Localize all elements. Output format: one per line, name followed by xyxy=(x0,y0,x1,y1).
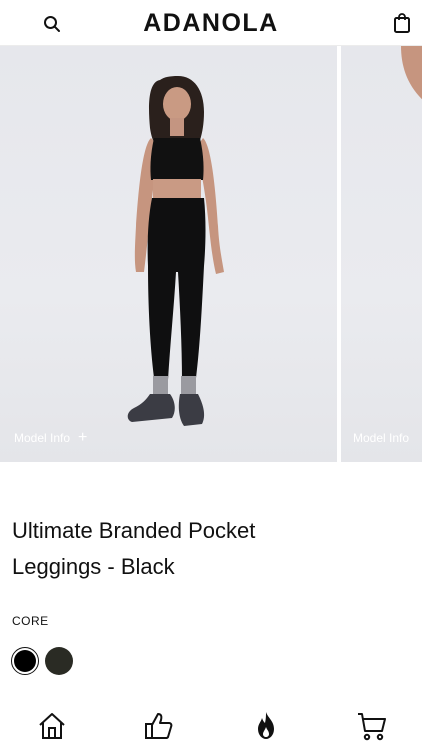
plus-icon: + xyxy=(78,429,88,446)
color-swatch-fill xyxy=(14,650,36,672)
cart-icon[interactable] xyxy=(356,710,388,742)
color-swatches xyxy=(11,647,73,675)
color-swatch-fill xyxy=(45,647,73,675)
bottom-navigation xyxy=(0,702,422,750)
product-image-carousel[interactable]: Model Info + Model Info xyxy=(0,46,422,462)
model-photo xyxy=(401,46,422,100)
top-bar: ADANOLA xyxy=(0,0,422,46)
model-info-toggle[interactable]: Model Info xyxy=(353,431,409,445)
flame-icon[interactable] xyxy=(250,710,282,742)
model-info-toggle[interactable]: Model Info + xyxy=(14,429,88,446)
product-image-slide[interactable]: Model Info xyxy=(341,46,422,462)
home-icon[interactable] xyxy=(36,710,68,742)
color-swatch[interactable] xyxy=(45,647,73,675)
collection-label: CORE xyxy=(12,614,49,628)
color-swatch[interactable] xyxy=(11,647,39,675)
brand-logo[interactable]: ADANOLA xyxy=(0,9,422,38)
model-photo xyxy=(127,76,224,426)
model-info-label: Model Info xyxy=(353,431,410,445)
model-info-label: Model Info xyxy=(14,431,71,445)
product-image-slide[interactable]: Model Info + xyxy=(0,46,337,462)
shopping-bag-icon[interactable] xyxy=(392,12,412,34)
product-title: Ultimate Branded Pocket Leggings - Black xyxy=(12,518,256,579)
thumbs-up-icon[interactable] xyxy=(143,710,175,742)
